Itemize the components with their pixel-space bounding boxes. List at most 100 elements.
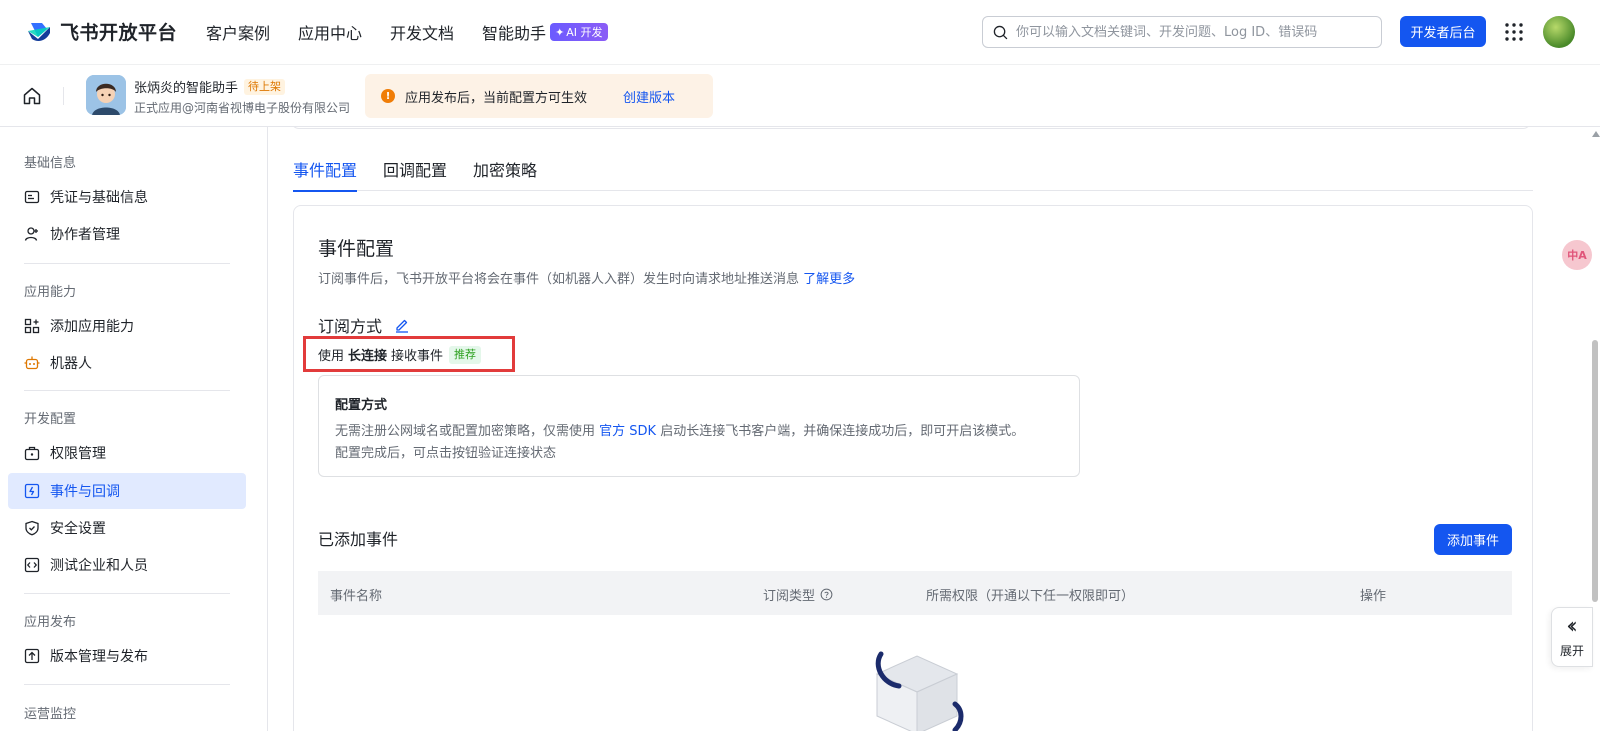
sparkle-icon: ✦ xyxy=(555,25,565,39)
tab-label: 事件配置 xyxy=(293,161,358,180)
feishu-logo-icon xyxy=(28,22,50,41)
sidebar-item-label: 事件与回调 xyxy=(50,484,120,500)
status-badge: 待上架 xyxy=(244,78,286,95)
app-header-bar: 张炳炎的智能助手 待上架 正式应用@河南省视博电子股份有限公司 ! 应用发布后，… xyxy=(0,64,1600,127)
tab-encryption[interactable]: 加密策略 xyxy=(473,157,537,191)
user-avatar[interactable] xyxy=(1543,16,1575,48)
help-circle-icon[interactable] xyxy=(820,588,833,601)
mode-bold: 长连接 xyxy=(348,349,388,364)
translate-icon[interactable]: 中A xyxy=(1562,240,1592,270)
sidebar-item-label: 机器人 xyxy=(50,356,92,372)
app-subtitle: 正式应用@河南省视博电子股份有限公司 xyxy=(134,101,351,115)
mode-suffix: 接收事件 xyxy=(391,349,444,364)
id-card-icon xyxy=(24,190,40,204)
tab-event-config[interactable]: 事件配置 xyxy=(293,157,358,192)
tab-active-indicator xyxy=(293,190,357,192)
previous-card-edge xyxy=(291,127,1531,129)
mode-prefix: 使用 xyxy=(318,349,345,364)
sidebar-item-permissions[interactable]: 权限管理 xyxy=(8,435,246,471)
upload-box-icon xyxy=(24,648,40,664)
column-header-permissions: 所需权限（开通以下任一权限即可） xyxy=(926,589,1135,604)
divider xyxy=(63,87,64,105)
nav-link-assistant[interactable]: 智能助手 ✦ AI 开发 xyxy=(482,20,608,44)
sidebar-item-test-tenants[interactable]: 测试企业和人员 xyxy=(8,547,246,583)
warning-icon: ! xyxy=(381,89,395,103)
sidebar-item-credentials[interactable]: 凭证与基础信息 xyxy=(8,179,246,215)
sidebar-section-release: 应用发布 xyxy=(24,615,77,630)
lock-bag-icon xyxy=(24,446,40,461)
sidebar-item-bot[interactable]: 机器人 xyxy=(8,345,246,381)
sidebar-item-label: 协作者管理 xyxy=(50,227,120,243)
app-name: 张炳炎的智能助手 待上架 xyxy=(134,77,286,96)
app-name-text: 张炳炎的智能助手 xyxy=(134,81,239,96)
subscription-mode-label: 订阅方式 xyxy=(318,317,383,336)
sidebar-section-capabilities: 应用能力 xyxy=(24,285,77,300)
sidebar-section-dev-config: 开发配置 xyxy=(24,412,77,427)
home-icon[interactable] xyxy=(22,86,42,106)
edit-icon[interactable] xyxy=(394,317,410,333)
column-header-label: 订阅类型 xyxy=(763,589,816,604)
ai-badge: ✦ AI 开发 xyxy=(550,23,608,41)
robot-icon xyxy=(24,356,40,370)
developer-console-button[interactable]: 开发者后台 xyxy=(1400,16,1486,47)
config-line1-a: 无需注册公网域名或配置加密策略，仅需使用 xyxy=(335,424,596,439)
create-version-link[interactable]: 创建版本 xyxy=(623,87,675,106)
sidebar-divider xyxy=(24,390,230,391)
column-header-actions: 操作 xyxy=(1360,589,1387,604)
learn-more-link[interactable]: 了解更多 xyxy=(803,272,855,287)
search-box[interactable] xyxy=(982,16,1382,48)
brand-logo[interactable]: 飞书开放平台 xyxy=(26,18,177,45)
apps-add-icon xyxy=(24,318,40,334)
sidebar-item-label: 安全设置 xyxy=(50,521,106,537)
scroll-up-arrow-icon[interactable] xyxy=(1592,131,1600,137)
search-icon xyxy=(993,25,1008,39)
sidebar-section-monitoring: 运营监控 xyxy=(24,707,77,722)
scrollbar-thumb[interactable] xyxy=(1592,340,1598,602)
sidebar-section-basic: 基础信息 xyxy=(24,156,77,171)
empty-box-illustration xyxy=(875,651,964,731)
event-config-card: 事件配置 订阅事件后，飞书开放平台将会在事件（如机器人入群）发生时向请求地址推送… xyxy=(293,205,1533,731)
event-icon xyxy=(24,483,40,499)
sidebar-item-label: 测试企业和人员 xyxy=(50,558,148,574)
main-content: 事件配置 回调配置 加密策略 事件配置 订阅事件后，飞书开放平台将会在事件（如机… xyxy=(269,127,1600,731)
added-events-title: 已添加事件 xyxy=(318,530,399,549)
sidebar-item-versions[interactable]: 版本管理与发布 xyxy=(8,638,246,674)
nav-link-cases[interactable]: 客户案例 xyxy=(206,20,270,44)
sidebar-item-label: 添加应用能力 xyxy=(50,319,134,335)
sidebar-item-security[interactable]: 安全设置 xyxy=(8,510,246,546)
nav-link-app-center[interactable]: 应用中心 xyxy=(298,20,362,44)
brand-name: 飞书开放平台 xyxy=(60,22,178,44)
app-avatar-illustration xyxy=(86,75,126,115)
sidebar-item-add-capability[interactable]: 添加应用能力 xyxy=(8,308,246,344)
sidebar-item-events-callbacks[interactable]: 事件与回调 xyxy=(8,473,246,509)
events-table-header: 事件名称 订阅类型 所需权限（开通以下任一权限即可） 操作 xyxy=(318,571,1512,615)
notice-text: 应用发布后，当前配置方可生效 xyxy=(405,90,588,106)
column-header-subscription-type: 订阅类型 xyxy=(763,585,833,604)
card-title: 事件配置 xyxy=(318,238,395,260)
sidebar-item-label: 版本管理与发布 xyxy=(50,649,148,665)
subscription-mode-title: 订阅方式 xyxy=(318,313,410,337)
search-input[interactable] xyxy=(1016,24,1376,40)
top-navigation: 飞书开放平台 客户案例 应用中心 开发文档 智能助手 ✦ AI 开发 开发者后台 xyxy=(0,0,1600,64)
expand-panel-button[interactable]: ‹‹ 展开 xyxy=(1551,607,1593,667)
recommended-badge: 推荐 xyxy=(449,345,482,364)
nav-link-assistant-label: 智能助手 xyxy=(482,24,547,43)
subscription-mode-value: 使用 长连接 接收事件 推荐 xyxy=(318,345,482,364)
tab-callback-config[interactable]: 回调配置 xyxy=(383,157,447,191)
sidebar-item-collaborators[interactable]: 协作者管理 xyxy=(8,216,246,252)
sidebar-divider xyxy=(24,593,230,594)
official-sdk-link[interactable]: 官方 SDK xyxy=(599,424,656,439)
shield-icon xyxy=(25,520,39,536)
nav-link-docs[interactable]: 开发文档 xyxy=(390,20,454,44)
publish-notice: ! 应用发布后，当前配置方可生效 创建版本 xyxy=(365,74,713,118)
card-description-text: 订阅事件后，飞书开放平台将会在事件（如机器人入群）发生时向请求地址推送消息 xyxy=(318,272,800,287)
sidebar-divider xyxy=(24,263,230,264)
sidebar-item-label: 凭证与基础信息 xyxy=(50,190,148,206)
sidebar-divider xyxy=(24,684,230,685)
add-event-button[interactable]: 添加事件 xyxy=(1434,524,1512,555)
double-chevron-left-icon: ‹‹ xyxy=(1566,613,1577,639)
apps-grid-icon[interactable] xyxy=(1504,22,1524,42)
config-method-box: 配置方式 无需注册公网域名或配置加密策略，仅需使用 官方 SDK 启动长连接飞书… xyxy=(318,375,1080,477)
config-method-title: 配置方式 xyxy=(335,398,388,413)
app-avatar xyxy=(86,75,126,115)
